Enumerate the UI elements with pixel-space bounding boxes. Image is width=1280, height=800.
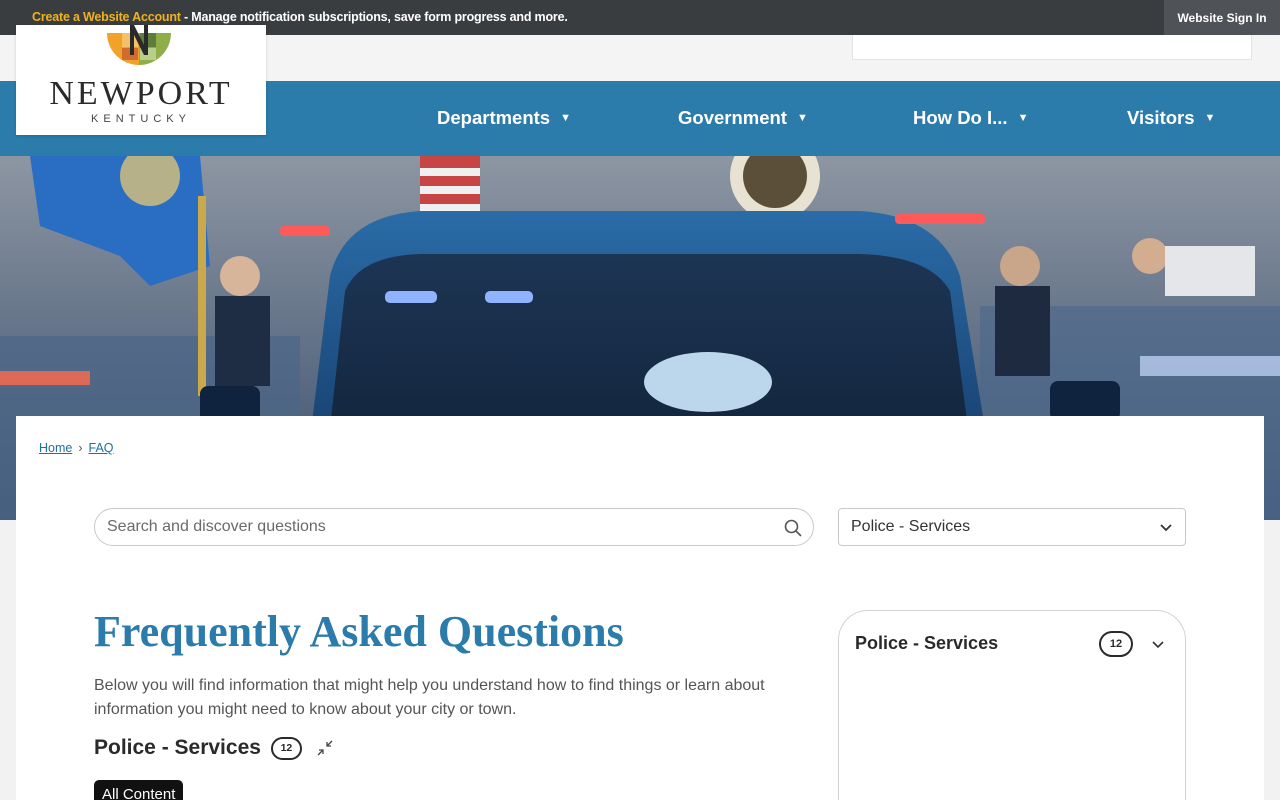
notification-text: Create a Website Account - Manage notifi… (32, 10, 568, 24)
chevron-down-icon[interactable] (1151, 638, 1165, 652)
faq-search-input[interactable] (107, 518, 767, 536)
page-title: Frequently Asked Questions (94, 607, 624, 656)
category-select[interactable]: Police - Services (838, 508, 1186, 546)
section-title: Police - Services (94, 736, 261, 759)
sign-in-button[interactable]: Website Sign In (1164, 0, 1280, 35)
nav-visitors[interactable]: Visitors ▼ (1127, 107, 1215, 129)
site-logo[interactable]: NEWPORT KENTUCKY (16, 25, 266, 135)
dropdown-arrow-icon: ▼ (796, 112, 808, 124)
chevron-down-icon (1160, 524, 1172, 532)
category-select-value: Police - Services (851, 518, 971, 535)
all-content-button[interactable]: All Content (94, 780, 184, 800)
dropdown-arrow-icon: ▼ (1017, 112, 1029, 124)
nav-government[interactable]: Government ▼ (678, 107, 808, 129)
dropdown-arrow-icon: ▼ (560, 112, 571, 124)
logo-name: NEWPORT (49, 75, 233, 112)
count-badge: 12 (1099, 631, 1133, 657)
breadcrumb-faq[interactable]: FAQ (89, 441, 114, 455)
nav-label: Visitors (1127, 107, 1195, 128)
notification-message: - Manage notification subscriptions, sav… (180, 10, 568, 24)
count-badge: 12 (270, 736, 302, 760)
create-account-link[interactable]: Create a Website Account (32, 10, 181, 24)
page-description: Below you will find information that mig… (94, 677, 765, 718)
breadcrumb: Home › FAQ (39, 441, 114, 455)
side-panel-title[interactable]: Police - Services (855, 633, 998, 654)
nav-departments[interactable]: Departments ▼ (437, 107, 571, 129)
nav-label: How Do I... (913, 107, 1008, 128)
nav-label: Departments (437, 107, 551, 128)
category-side-panel: Police - Services 12 (838, 610, 1186, 800)
site-search-box[interactable] (852, 35, 1252, 60)
breadcrumb-separator: › (78, 441, 83, 455)
collapse-icon[interactable] (316, 739, 334, 757)
search-icon[interactable] (783, 518, 803, 538)
faq-search-box[interactable] (94, 508, 814, 546)
nav-how-do-i[interactable]: How Do I... ▼ (913, 107, 1028, 129)
nav-label: Government (678, 107, 787, 128)
breadcrumb-home[interactable]: Home (39, 441, 72, 455)
logo-subtitle: KENTUCKY (91, 113, 191, 125)
dropdown-arrow-icon: ▼ (1204, 112, 1216, 124)
newport-emblem-icon (105, 25, 173, 67)
section-header: Police - Services 12 (94, 736, 334, 760)
content-card: Home › FAQ Police - Services Frequently … (16, 416, 1264, 800)
